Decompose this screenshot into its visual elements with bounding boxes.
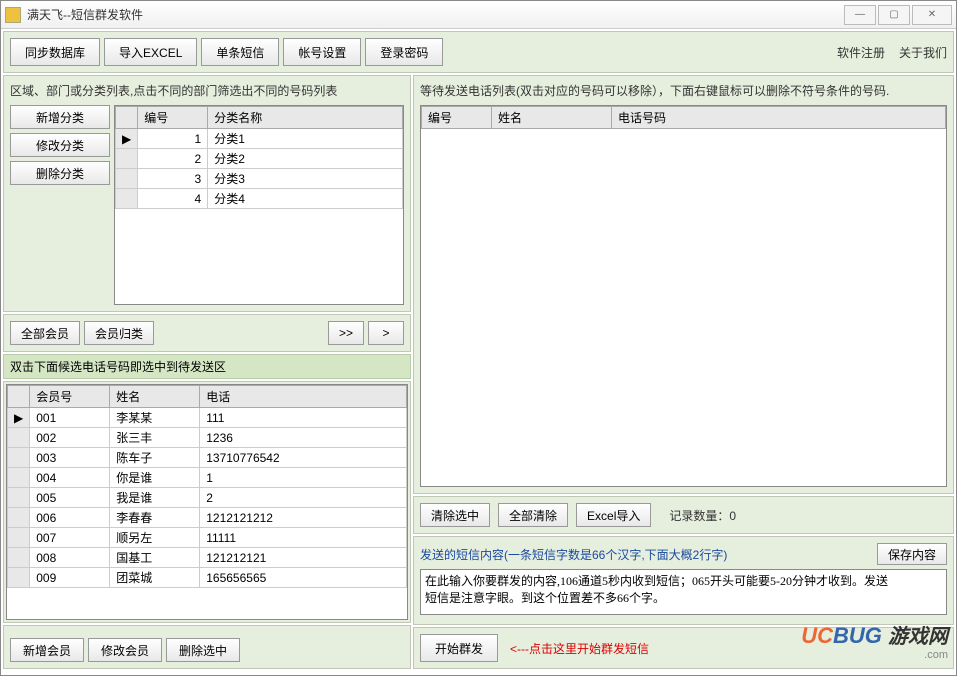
delete-selected-member-button[interactable]: 删除选中	[166, 638, 240, 662]
category-header-id: 编号	[138, 107, 208, 129]
pending-header-id: 编号	[422, 107, 492, 129]
maximize-button[interactable]: ▢	[878, 5, 910, 25]
category-header-name: 分类名称	[208, 107, 403, 129]
title-bar: 满天飞--短信群发软件 — ▢ ✕	[1, 1, 956, 29]
software-register-link[interactable]: 软件注册	[837, 44, 885, 61]
member-panel: 会员号 姓名 电话 ▶001李某某111002张三丰1236003陈车子1371…	[3, 381, 411, 623]
member-toolbar-panel: 全部会员 会员归类 >> >	[3, 314, 411, 352]
start-send-button[interactable]: 开始群发	[420, 634, 498, 662]
clear-selected-button[interactable]: 清除选中	[420, 503, 490, 527]
message-title: 发送的短信内容(一条短信字数是66个汉字,下面大概2行字)	[420, 546, 877, 563]
member-header-name: 姓名	[110, 386, 200, 408]
pending-description: 等待发送电话列表(双击对应的号码可以移除），下面右键鼠标可以删除不符号条件的号码…	[420, 82, 947, 99]
category-grid[interactable]: 编号 分类名称 ▶1分类12分类23分类34分类4	[114, 105, 404, 305]
table-row[interactable]: 004你是谁1	[8, 468, 407, 488]
member-group-button[interactable]: 会员归类	[84, 321, 154, 345]
table-row[interactable]: 3分类3	[116, 169, 403, 189]
save-content-button[interactable]: 保存内容	[877, 543, 947, 565]
minimize-button[interactable]: —	[844, 5, 876, 25]
pending-actions-panel: 清除选中 全部清除 Excel导入 记录数量：0	[413, 496, 954, 534]
pending-header-phone: 电话号码	[612, 107, 946, 129]
message-textarea[interactable]	[420, 569, 947, 615]
member-header-id: 会员号	[30, 386, 110, 408]
move-all-button[interactable]: >>	[328, 321, 364, 345]
table-row[interactable]: 003陈车子13710776542	[8, 448, 407, 468]
record-count: 记录数量：0	[669, 507, 736, 524]
send-panel: 开始群发 <---点击这里开始群发短信	[413, 627, 954, 669]
table-row[interactable]: 005我是谁2	[8, 488, 407, 508]
table-row[interactable]: 2分类2	[116, 149, 403, 169]
sync-db-button[interactable]: 同步数据库	[10, 38, 100, 66]
new-member-button[interactable]: 新增会员	[10, 638, 84, 662]
window-title: 满天飞--短信群发软件	[27, 6, 844, 23]
send-hint: <---点击这里开始群发短信	[510, 640, 649, 657]
double-click-hint: 双击下面候选电话号码即选中到待发送区	[3, 354, 411, 379]
table-row[interactable]: 008国基工121212121	[8, 548, 407, 568]
category-description: 区域、部门或分类列表,点击不同的部门筛选出不同的号码列表	[10, 82, 404, 99]
table-row[interactable]: 002张三丰1236	[8, 428, 407, 448]
pending-panel: 等待发送电话列表(双击对应的号码可以移除），下面右键鼠标可以删除不符号条件的号码…	[413, 75, 954, 494]
close-button[interactable]: ✕	[912, 5, 952, 25]
main-toolbar: 同步数据库 导入EXCEL 单条短信 帐号设置 登录密码 软件注册 关于我们	[3, 31, 954, 73]
about-us-link[interactable]: 关于我们	[899, 44, 947, 61]
member-header-phone: 电话	[200, 386, 407, 408]
member-bottom-panel: 新增会员 修改会员 删除选中	[3, 625, 411, 669]
clear-all-button[interactable]: 全部清除	[498, 503, 568, 527]
import-excel-button[interactable]: 导入EXCEL	[104, 38, 197, 66]
pending-grid[interactable]: 编号 姓名 电话号码	[420, 105, 947, 487]
all-members-button[interactable]: 全部会员	[10, 321, 80, 345]
excel-import-button[interactable]: Excel导入	[576, 503, 651, 527]
delete-category-button[interactable]: 删除分类	[10, 161, 110, 185]
table-row[interactable]: 009团菜城165656565	[8, 568, 407, 588]
pending-header-name: 姓名	[492, 107, 612, 129]
message-panel: 发送的短信内容(一条短信字数是66个汉字,下面大概2行字) 保存内容	[413, 536, 954, 625]
app-icon	[5, 7, 21, 23]
move-one-button[interactable]: >	[368, 321, 404, 345]
edit-category-button[interactable]: 修改分类	[10, 133, 110, 157]
table-row[interactable]: ▶1分类1	[116, 129, 403, 149]
login-password-button[interactable]: 登录密码	[365, 38, 443, 66]
edit-member-button[interactable]: 修改会员	[88, 638, 162, 662]
table-row[interactable]: 006李春春1212121212	[8, 508, 407, 528]
table-row[interactable]: 4分类4	[116, 189, 403, 209]
account-settings-button[interactable]: 帐号设置	[283, 38, 361, 66]
new-category-button[interactable]: 新增分类	[10, 105, 110, 129]
category-panel: 区域、部门或分类列表,点击不同的部门筛选出不同的号码列表 新增分类 修改分类 删…	[3, 75, 411, 312]
table-row[interactable]: 007顺另左11111	[8, 528, 407, 548]
single-sms-button[interactable]: 单条短信	[201, 38, 279, 66]
member-grid[interactable]: 会员号 姓名 电话 ▶001李某某111002张三丰1236003陈车子1371…	[6, 384, 408, 620]
table-row[interactable]: ▶001李某某111	[8, 408, 407, 428]
